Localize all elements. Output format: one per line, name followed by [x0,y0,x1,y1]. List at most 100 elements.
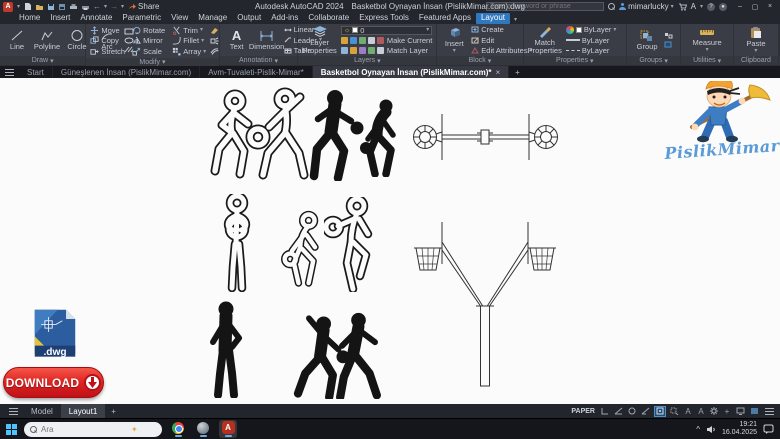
layers-panel-label[interactable]: Layers ▾ [298,56,436,65]
modify-panel-label[interactable]: Modify ▾ [86,58,218,66]
tab-layout[interactable]: Layout [476,13,510,24]
explode-icon[interactable] [210,37,219,45]
tab-home[interactable]: Home [14,13,45,24]
layer-dropdown[interactable]: ☼ 0 ▾ [341,26,432,35]
new-drawing-tab-button[interactable]: + [509,66,526,78]
isodraft-icon[interactable] [627,406,637,417]
app-store-cart-icon[interactable] [678,3,687,11]
clock[interactable]: 19:21 16.04.2025 [722,421,757,438]
insert-button[interactable]: Insert ▾ [441,26,467,55]
layout1-tab[interactable]: Layout1 [61,404,105,418]
signin-user[interactable]: mimarlucky ▾ [619,2,673,11]
paper-space-indicator[interactable]: PAPER [571,408,595,415]
match-properties-button[interactable]: Match Properties [528,26,562,55]
layer-on-icon[interactable] [359,47,366,54]
erase-icon[interactable] [210,27,219,35]
annotation-visibility-icon[interactable]: A [683,406,693,417]
annotation-monitor-icon[interactable]: + [722,406,732,417]
layer-unisolate-icon[interactable] [377,37,384,44]
share-button[interactable]: Share [128,2,159,11]
properties-panel-label[interactable]: Properties ▾ [524,56,626,65]
model-tab[interactable]: Model [23,404,61,418]
fillet-button[interactable]: Fillet ▾ [172,36,206,47]
drawing-hoop-top-view[interactable] [412,112,559,162]
utilities-panel-label[interactable]: Utilities ▾ [681,56,733,65]
tab-add-ins[interactable]: Add-ins [266,13,303,24]
tab-featured-apps[interactable]: Featured Apps [414,13,476,24]
object-snap-icon[interactable] [654,406,666,417]
drawing-standing-player-silhouette[interactable] [203,300,249,398]
taskbar-search-input[interactable] [41,425,127,434]
notification-icon[interactable]: ● [719,3,727,11]
chrome-taskbar-icon[interactable] [169,420,187,438]
print-icon[interactable] [81,3,90,11]
measure-button[interactable]: Measure ▾ [691,27,724,54]
layer-properties-button[interactable]: Layer Properties [302,25,336,55]
group-button[interactable]: Group [634,30,660,51]
drawing-crouch-dribbler-outline[interactable] [281,209,327,289]
app-menu-caret-icon[interactable]: ▾ [17,4,20,10]
tray-expand-icon[interactable]: ^ [696,425,700,434]
layer-freeze-icon[interactable] [350,37,357,44]
stretch-button[interactable]: Stretch [90,46,125,57]
autocad-app-icon[interactable]: A [3,2,13,12]
maximize-button[interactable]: ▢ [748,1,762,12]
customization-menu-icon[interactable] [765,408,774,415]
close-button[interactable]: × [763,1,777,12]
group-edit-icon[interactable] [664,41,673,48]
tab-manage[interactable]: Manage [193,13,232,24]
make-current-button[interactable]: Make Current [387,36,432,45]
selection-cycling-icon[interactable] [669,406,680,417]
search-icon[interactable] [608,3,615,10]
trim-button[interactable]: Trim ▾ [172,25,206,36]
layer-thaw-icon[interactable] [350,47,357,54]
rotate-button[interactable]: Rotate [132,25,165,36]
dimension-button[interactable]: Dimension [254,30,280,51]
draw-panel-label[interactable]: Draw ▾ [0,56,85,65]
scale-button[interactable]: Scale [132,46,165,57]
redo-icon[interactable]: → [110,2,118,11]
tab-express-tools[interactable]: Express Tools [354,13,414,24]
drawing-dribbler-outline[interactable] [324,197,378,292]
groups-panel-label[interactable]: Groups ▾ [627,56,680,65]
drawing-hoop-pole-front-view[interactable] [412,220,558,388]
file-tab-avm-tuvaleti[interactable]: Avm-Tuvaleti-Pislik-Mimar* [200,66,313,78]
osnap-tracking-icon[interactable] [640,406,651,417]
mirror-button[interactable]: Mirror [132,36,165,47]
tab-collaborate[interactable]: Collaborate [303,13,354,24]
new-layout-button[interactable]: + [105,407,122,416]
start-button[interactable] [6,424,17,435]
move-button[interactable]: Move [90,25,125,36]
layer-walk-icon[interactable] [341,47,348,54]
graphics-performance-icon[interactable] [735,406,746,417]
new-file-icon[interactable] [24,2,32,11]
save-icon[interactable] [47,3,55,11]
file-tab-guneslenen[interactable]: Güneşlenen İnsan (PislikMimar.com) [53,66,200,78]
ortho-mode-icon[interactable] [600,406,610,417]
offset-icon[interactable] [210,47,219,55]
drawing-two-players-battle-silhouette[interactable] [287,311,397,399]
file-tab-basketbol-active[interactable]: Basketbol Oynayan İnsan (PislikMimar.com… [313,66,509,78]
linetype-dropdown[interactable]: ByLayer [566,46,622,55]
autocad-taskbar-icon[interactable]: A [219,420,237,438]
notifications-icon[interactable] [763,424,774,434]
layer-unlock-icon[interactable] [368,47,375,54]
minimize-button[interactable]: – [733,1,747,12]
tab-parametric[interactable]: Parametric [117,13,166,24]
match-layer-button[interactable]: Match Layer [387,46,428,55]
help-icon[interactable]: ? [707,3,715,11]
isolate-objects-icon[interactable] [749,406,760,417]
download-button[interactable]: DOWNLOAD [3,367,104,398]
app-taskbar-icon[interactable] [194,420,212,438]
layer-off-icon[interactable] [341,37,348,44]
tab-annotate[interactable]: Annotate [75,13,117,24]
copy-button[interactable]: Copy [90,36,125,47]
open-file-icon[interactable] [35,3,44,11]
autodesk-menu-icon[interactable]: A [691,2,696,11]
object-color-dropdown[interactable]: ByLayer ▾ [566,25,622,34]
block-panel-label[interactable]: Block ▾ [437,56,522,65]
paste-button[interactable]: Paste ▾ [743,26,769,55]
drawing-crouch-dribbler-silhouette[interactable] [356,97,406,177]
undo-icon[interactable]: ← [93,2,101,11]
array-button[interactable]: Array ▾ [172,46,206,57]
